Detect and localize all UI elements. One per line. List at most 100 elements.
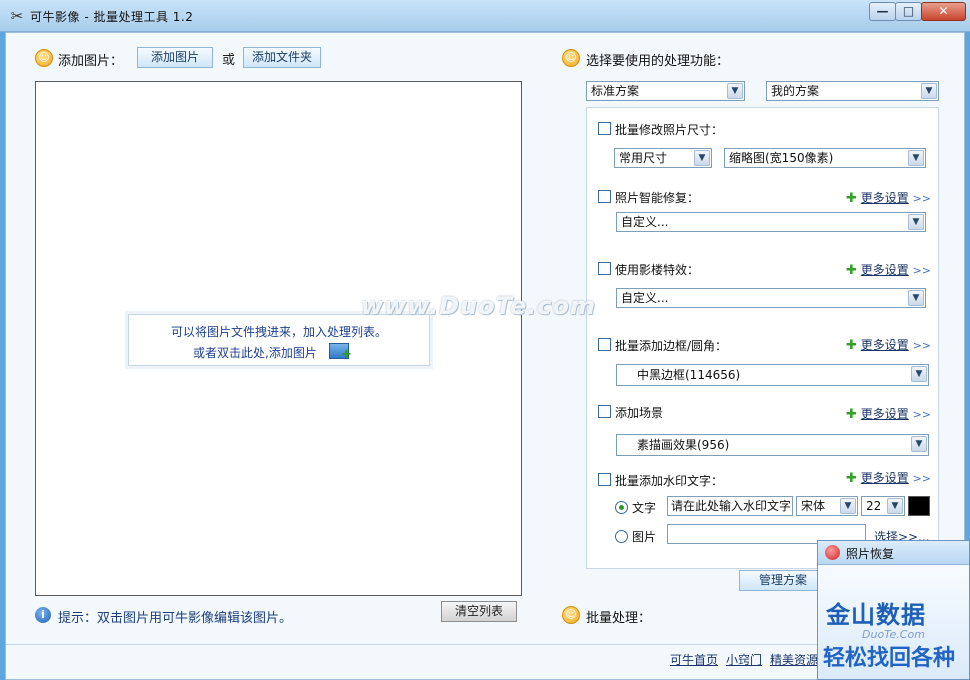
scheme-select-value: 标准方案 <box>591 84 640 98</box>
popup-title-bar: 照片恢复 <box>818 541 969 565</box>
repair-checkbox[interactable] <box>598 190 611 203</box>
effects-select[interactable]: 自定义... ▼ <box>616 288 926 308</box>
app-icon: ✂ <box>10 7 24 25</box>
my-scheme-select-value: 我的方案 <box>771 84 820 98</box>
more-settings-link[interactable]: 更多设置 <box>861 407 909 421</box>
effects-checkbox[interactable] <box>598 262 611 275</box>
site-watermark: www.DuoTe.com <box>361 292 596 320</box>
size-type-value: 常用尺寸 <box>619 151 668 165</box>
double-chevron-icon: >> <box>912 264 932 277</box>
text-watermark-label: 文字 <box>632 501 657 515</box>
chevron-down-icon: ▼ <box>911 366 927 382</box>
popup-title: 照片恢复 <box>846 547 895 561</box>
add-images-label: 添加图片： <box>58 54 124 69</box>
more-settings-link[interactable]: 更多设置 <box>861 338 909 352</box>
scene-select[interactable]: 素描画效果(956) ▼ <box>616 434 929 456</box>
window-title: 可牛影像 - 批量处理工具 1.2 <box>30 10 194 24</box>
border-label: 批量添加边框/圆角： <box>615 339 728 353</box>
effects-label: 使用影楼特效： <box>615 263 700 277</box>
maximize-button[interactable]: □ <box>895 2 922 21</box>
size-value-text: 缩略图(宽150像素) <box>729 151 834 165</box>
scene-select-value: 素描画效果(956) <box>637 438 730 452</box>
my-scheme-select[interactable]: 我的方案 ▼ <box>766 81 939 101</box>
chevron-down-icon: ▼ <box>887 498 903 514</box>
effects-more-settings[interactable]: ✚ 更多设置 >> <box>846 261 931 278</box>
chevron-down-icon: ▼ <box>908 290 924 306</box>
border-select[interactable]: 中黑边框(114656) ▼ <box>616 364 929 386</box>
effects-select-value: 自定义... <box>621 291 669 305</box>
tip-text: 提示：双击图片用可牛影像编辑该图片。 <box>58 611 293 626</box>
function-select-label: 选择要使用的处理功能： <box>586 54 730 69</box>
lifebuoy-icon <box>825 545 840 560</box>
text-watermark-radio[interactable] <box>615 501 628 514</box>
resize-label: 批量修改照片尺寸： <box>615 123 724 137</box>
watermark-more-settings[interactable]: ✚ 更多设置 >> <box>846 469 931 486</box>
chevron-down-icon: ▼ <box>921 83 937 99</box>
font-select[interactable]: 宋体 ▼ <box>796 496 858 516</box>
image-drop-area[interactable]: 可以将图片文件拽进来，加入处理列表。 或者双击此处,添加图片 + <box>35 81 522 596</box>
plus-icon: ✚ <box>846 191 857 206</box>
double-chevron-icon: >> <box>912 408 932 421</box>
info-icon: i <box>35 607 51 623</box>
drop-hint-box[interactable]: 可以将图片文件拽进来，加入处理列表。 或者双击此处,添加图片 + <box>128 314 430 366</box>
color-swatch[interactable] <box>908 496 930 516</box>
resize-checkbox[interactable] <box>598 122 611 135</box>
scene-more-settings[interactable]: ✚ 更多设置 >> <box>846 405 931 422</box>
size-type-select[interactable]: 常用尺寸 ▼ <box>614 148 712 168</box>
photo-recovery-popup[interactable]: 照片恢复 金山数据 DuoTe.Com 轻松找回各种 <box>817 540 970 680</box>
chevron-down-icon: ▼ <box>908 150 924 166</box>
minimize-button[interactable]: — <box>869 2 896 21</box>
image-watermark-label: 图片 <box>632 530 657 544</box>
plus-icon: ✚ <box>846 263 857 278</box>
repair-select[interactable]: 自定义... ▼ <box>616 212 926 232</box>
chevron-down-icon: ▼ <box>727 83 743 99</box>
footer-link-home[interactable]: 可牛首页 <box>670 651 718 668</box>
ad-tagline: 轻松找回各种 <box>823 646 956 671</box>
popup-ad-banner[interactable]: 金山数据 DuoTe.Com 轻松找回各种 <box>818 565 969 679</box>
font-size-select[interactable]: 22 ▼ <box>861 496 905 516</box>
title-bar: ✂ 可牛影像 - 批量处理工具 1.2 — □ ✕ <box>0 0 970 32</box>
footer-link-resources[interactable]: 精美资源 <box>770 651 818 668</box>
drop-hint-line1: 可以将图片文件拽进来，加入处理列表。 <box>170 325 387 339</box>
border-more-settings[interactable]: ✚ 更多设置 >> <box>846 336 931 353</box>
scene-label: 添加场景 <box>615 406 664 420</box>
chevron-down-icon: ▼ <box>911 436 927 452</box>
watermark-text-input[interactable]: 请在此处输入水印文字 <box>667 496 793 516</box>
size-value-select[interactable]: 缩略图(宽150像素) ▼ <box>724 148 926 168</box>
options-panel: 批量修改照片尺寸： 常用尺寸 ▼ 缩略图(宽150像素) ▼ 照片智能修复： ✚… <box>586 107 939 569</box>
function-select-icon: ☺ <box>562 49 580 67</box>
repair-more-settings[interactable]: ✚ 更多设置 >> <box>846 189 931 206</box>
double-chevron-icon: >> <box>912 339 932 352</box>
image-watermark-radio[interactable] <box>615 530 628 543</box>
font-select-value: 宋体 <box>801 499 826 513</box>
manage-schemes-button[interactable]: 管理方案 <box>739 570 827 591</box>
or-text: 或 <box>222 53 236 68</box>
double-chevron-icon: >> <box>912 472 932 485</box>
clear-list-button[interactable]: 清空列表 <box>441 601 517 622</box>
add-folder-button[interactable]: 添加文件夹 <box>243 47 321 68</box>
scene-checkbox[interactable] <box>598 405 611 418</box>
footer-link-tips[interactable]: 小窍门 <box>726 651 762 668</box>
add-images-button[interactable]: 添加图片 <box>137 47 213 68</box>
plus-icon: ✚ <box>846 471 857 486</box>
plus-icon: + <box>341 347 352 362</box>
more-settings-link[interactable]: 更多设置 <box>861 191 909 205</box>
watermark-checkbox[interactable] <box>598 473 611 486</box>
double-chevron-icon: >> <box>912 192 932 205</box>
plus-icon: ✚ <box>846 407 857 422</box>
scheme-select[interactable]: 标准方案 ▼ <box>586 81 745 101</box>
repair-label: 照片智能修复： <box>615 191 700 205</box>
drop-hint-line2: 或者双击此处,添加图片 <box>193 346 317 360</box>
add-images-icon: ☺ <box>35 49 53 67</box>
border-checkbox[interactable] <box>598 338 611 351</box>
more-settings-link[interactable]: 更多设置 <box>861 471 909 485</box>
chevron-down-icon: ▼ <box>908 214 924 230</box>
more-settings-link[interactable]: 更多设置 <box>861 263 909 277</box>
batch-process-label: 批量处理： <box>586 611 652 626</box>
chevron-down-icon: ▼ <box>694 150 710 166</box>
plus-icon: ✚ <box>846 338 857 353</box>
repair-select-value: 自定义... <box>621 215 669 229</box>
batch-icon: ☺ <box>562 606 580 624</box>
close-button[interactable]: ✕ <box>921 2 966 21</box>
chevron-down-icon: ▼ <box>840 498 856 514</box>
